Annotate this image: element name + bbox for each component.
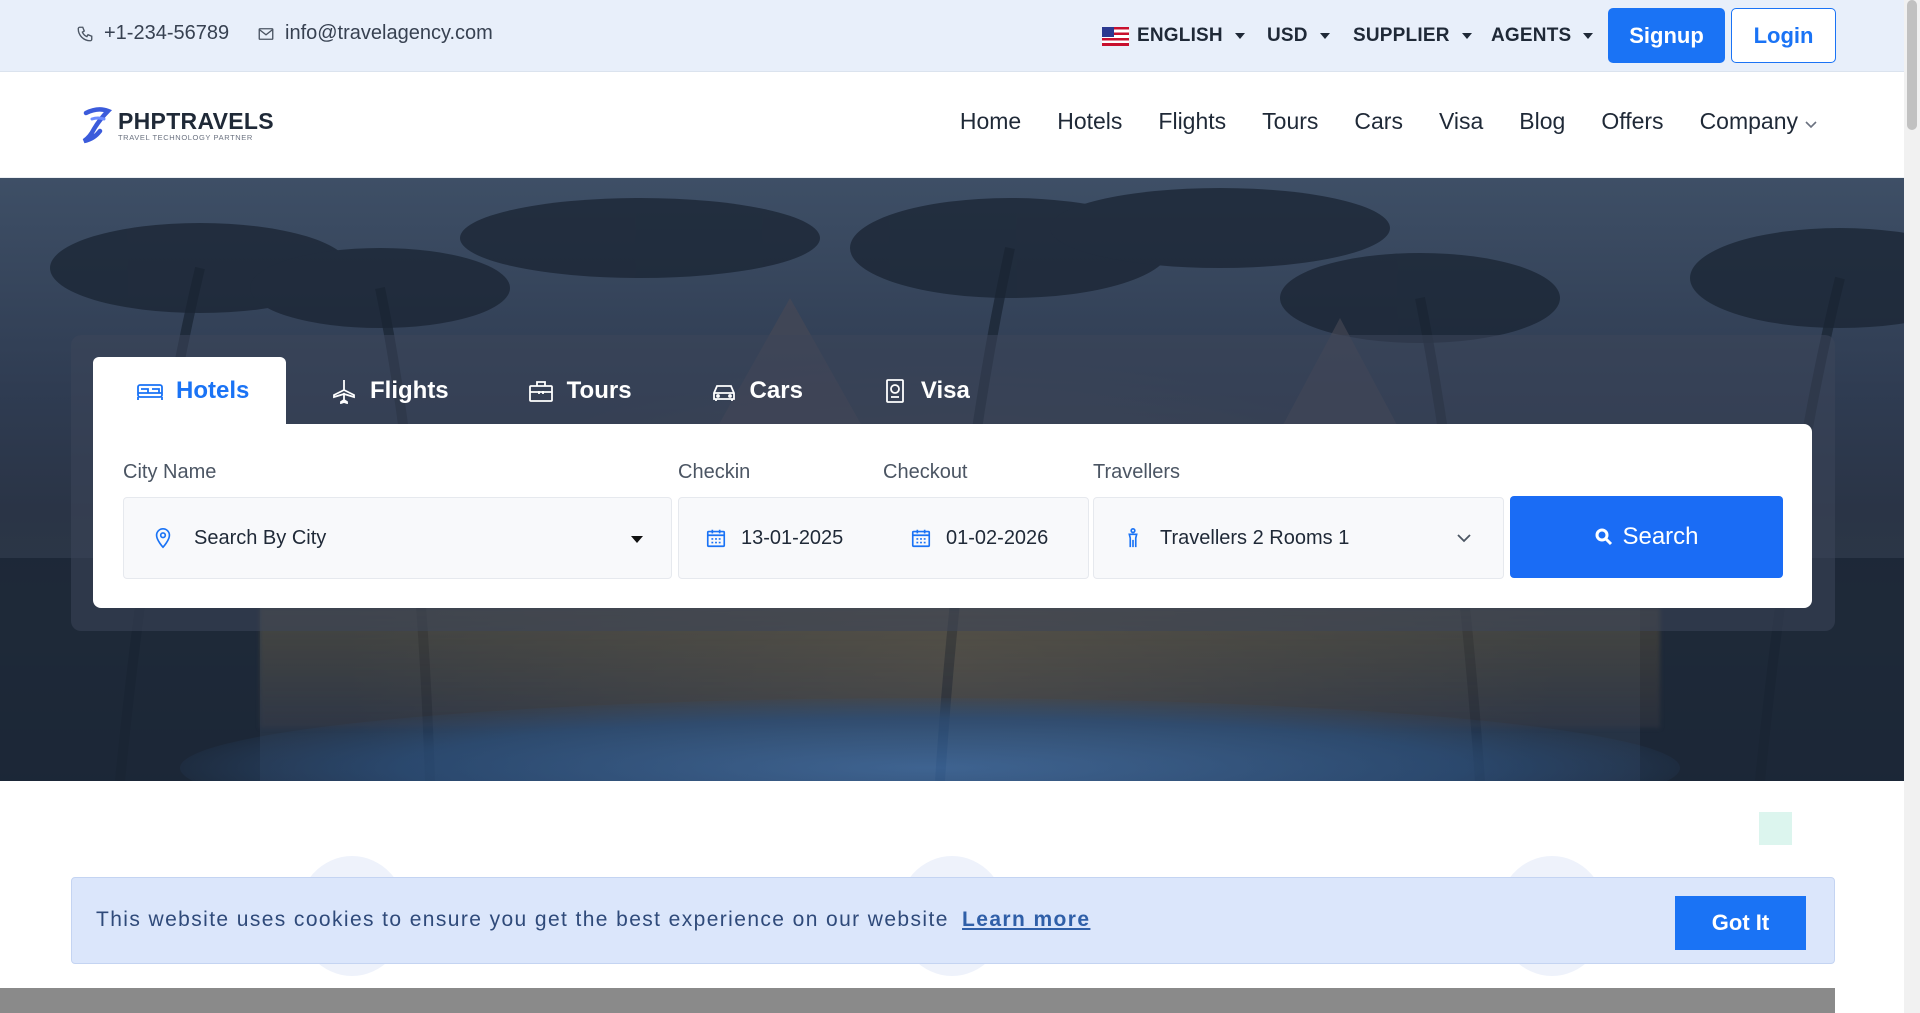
phone-number: +1-234-56789: [104, 22, 230, 44]
car-icon: [712, 384, 735, 401]
tab-hotels-label: Hotels: [176, 376, 250, 404]
tab-cars-label: Cars: [749, 376, 803, 404]
travellers-dropdown[interactable]: Travellers 2 Rooms 1: [1093, 497, 1504, 579]
tab-hotels[interactable]: Hotels: [93, 357, 286, 424]
checkin-date-input[interactable]: 13-01-2025: [705, 498, 843, 578]
passport-icon: [886, 378, 904, 403]
tab-flights[interactable]: Flights: [286, 357, 483, 424]
bed-icon: [137, 383, 163, 400]
cookie-message-text: This website uses cookies to ensure you …: [96, 908, 949, 931]
travellers-value: Travellers 2 Rooms 1: [1160, 526, 1350, 549]
search-button[interactable]: Search: [1510, 496, 1783, 578]
got-it-button[interactable]: Got It: [1675, 896, 1806, 950]
calendar-icon: [911, 529, 931, 548]
tab-tours[interactable]: Tours: [483, 357, 666, 424]
scrollbar-thumb[interactable]: [1907, 0, 1917, 130]
checkout-date-input[interactable]: 01-02-2026: [910, 498, 1048, 578]
tab-visa[interactable]: Visa: [837, 357, 1004, 424]
nav-menu: Home Hotels Flights Tours Cars Visa Blog…: [924, 108, 1818, 135]
tab-tours-label: Tours: [566, 376, 632, 404]
nav-item-company-label: Company: [1699, 108, 1798, 134]
phone-icon: [77, 26, 93, 41]
checkin-label: Checkin: [678, 461, 751, 483]
nav-item-company[interactable]: Company: [1700, 108, 1818, 135]
travellers-label: Travellers: [1093, 461, 1181, 483]
caret-down-icon: [1583, 33, 1594, 39]
tab-visa-label: Visa: [920, 376, 970, 404]
chevron-down-icon: [1457, 534, 1471, 543]
supplier-label: SUPPLIER: [1353, 25, 1450, 46]
language-dropdown[interactable]: ENGLISH: [1102, 25, 1245, 47]
currency-dropdown[interactable]: USD: [1267, 25, 1330, 47]
search-button-label: Search: [1622, 523, 1699, 550]
page-scrollbar[interactable]: [1904, 0, 1920, 1013]
city-select-value: Search By City: [194, 526, 327, 549]
nav-item-visa[interactable]: Visa: [1439, 108, 1483, 135]
email-address: info@travelagency.com: [285, 22, 493, 44]
search-tabs: Hotels Flights Tours Cars Visa: [93, 357, 1004, 424]
nav-item-blog[interactable]: Blog: [1519, 108, 1565, 135]
checkout-date-value: 01-02-2026: [946, 526, 1049, 549]
caret-down-icon: [631, 536, 643, 543]
agents-label: AGENTS: [1491, 25, 1572, 46]
date-range-field: 13-01-2025 01-02-2026: [678, 497, 1089, 579]
language-label: ENGLISH: [1137, 25, 1223, 46]
logo-mark-icon: [82, 107, 113, 144]
agents-dropdown[interactable]: AGENTS: [1491, 25, 1594, 47]
nav-item-tours[interactable]: Tours: [1262, 108, 1318, 135]
checkout-label: Checkout: [883, 461, 968, 483]
tab-cars[interactable]: Cars: [666, 357, 837, 424]
mail-icon: [258, 27, 274, 40]
logo-tagline: TRAVEL TECHNOLOGY PARTNER: [118, 132, 253, 142]
nav-item-cars[interactable]: Cars: [1354, 108, 1403, 135]
nav-item-offers[interactable]: Offers: [1601, 108, 1663, 135]
city-name-label: City Name: [123, 461, 217, 483]
signup-button[interactable]: Signup: [1608, 8, 1725, 63]
logo[interactable]: PHPTRAVELS TRAVEL TECHNOLOGY PARTNER: [80, 105, 274, 145]
nav-item-flights[interactable]: Flights: [1158, 108, 1226, 135]
hotel-search-form: City Name Checkin Checkout Travellers Se…: [93, 424, 1812, 608]
us-flag-icon: [1102, 26, 1129, 46]
main-navbar: PHPTRAVELS TRAVEL TECHNOLOGY PARTNER Hom…: [0, 72, 1904, 178]
nav-item-hotels[interactable]: Hotels: [1057, 108, 1122, 135]
currency-label: USD: [1267, 25, 1308, 46]
location-pin-icon: [155, 528, 171, 549]
search-icon: [1595, 528, 1613, 546]
cookie-message: This website uses cookies to ensure you …: [96, 908, 1090, 932]
login-button[interactable]: Login: [1731, 8, 1836, 63]
phone-contact[interactable]: +1-234-56789: [76, 22, 229, 45]
calendar-icon: [706, 529, 726, 548]
suitcase-icon: [528, 380, 553, 402]
airplane-icon: [333, 379, 355, 404]
top-bar: +1-234-56789 info@travelagency.com ENGLI…: [0, 0, 1904, 72]
city-select[interactable]: Search By City: [123, 497, 672, 579]
person-icon: [1128, 528, 1138, 548]
tab-flights-label: Flights: [370, 376, 449, 404]
decorative-square: [1759, 812, 1792, 845]
caret-down-icon: [1319, 33, 1330, 39]
nav-item-home[interactable]: Home: [960, 108, 1021, 135]
supplier-dropdown[interactable]: SUPPLIER: [1353, 25, 1472, 47]
learn-more-link[interactable]: Learn more: [962, 908, 1090, 931]
caret-down-icon: [1461, 33, 1472, 39]
page-bottom-strip: [0, 988, 1835, 1013]
checkin-date-value: 13-01-2025: [741, 526, 844, 549]
cookie-banner: This website uses cookies to ensure you …: [71, 877, 1835, 964]
caret-down-icon: [1234, 33, 1245, 39]
chevron-down-icon: [1805, 120, 1817, 128]
email-contact[interactable]: info@travelagency.com: [257, 22, 493, 45]
logo-brand: PHPTRAVELS: [118, 107, 274, 134]
